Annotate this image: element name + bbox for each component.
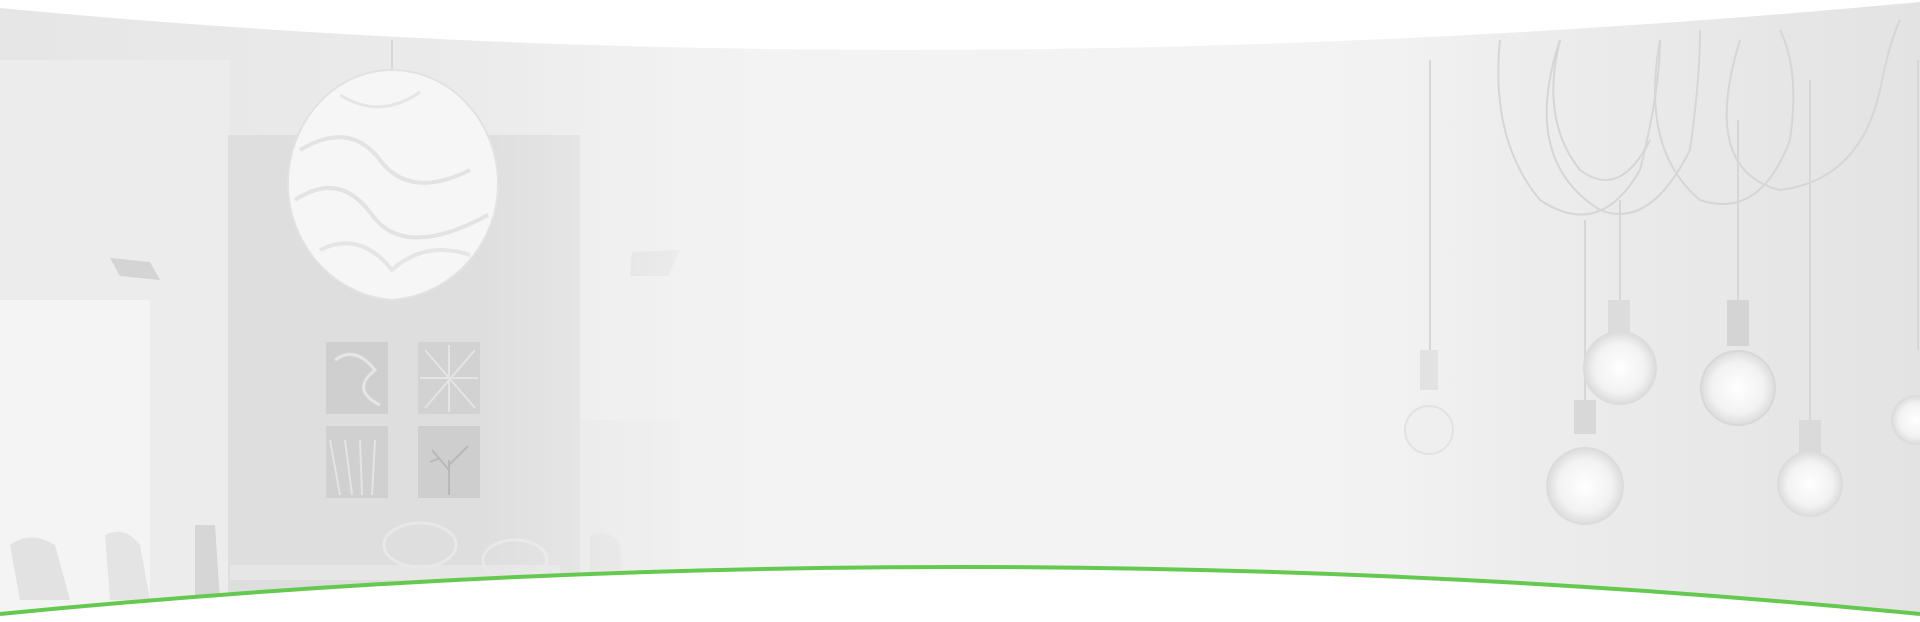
hero-banner xyxy=(0,0,1920,622)
background-photo xyxy=(0,2,1920,614)
hero-banner-artwork xyxy=(0,2,1920,616)
